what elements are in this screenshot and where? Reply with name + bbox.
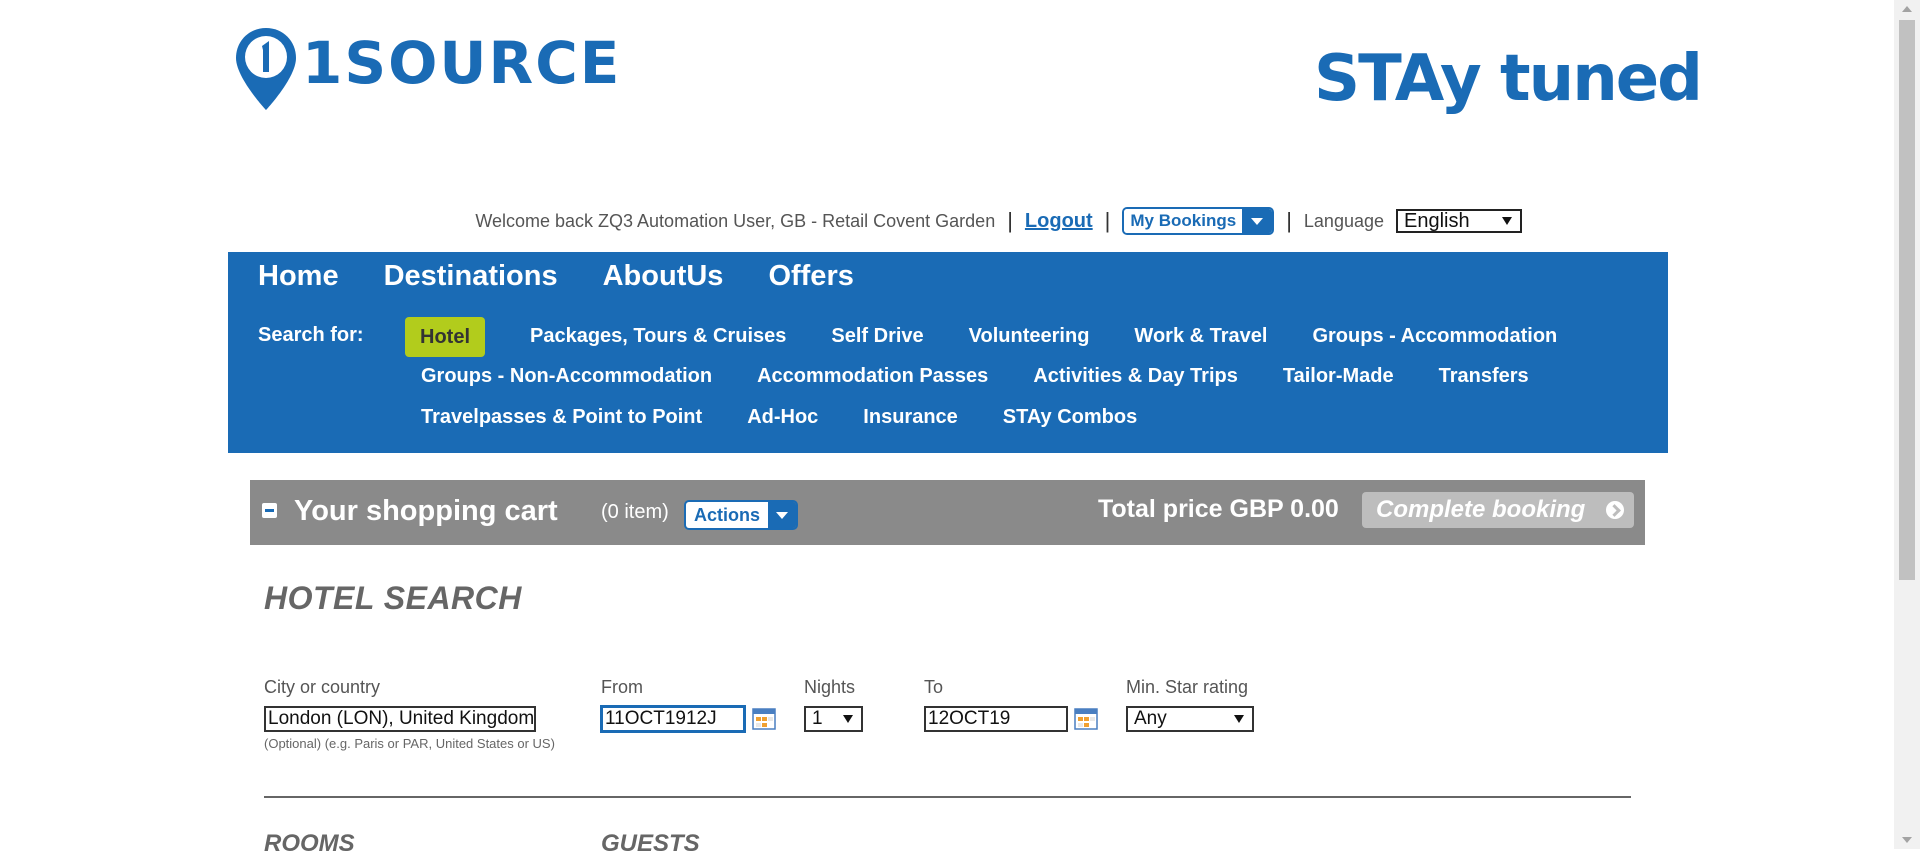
language-select[interactable]: English — [1396, 209, 1522, 233]
search-type-ad-hoc[interactable]: Ad-Hoc — [747, 406, 818, 429]
search-type-hotel[interactable]: Hotel — [405, 317, 485, 357]
star-rating-value: Any — [1134, 708, 1167, 729]
search-type-self-drive[interactable]: Self Drive — [831, 325, 923, 357]
dropdown-arrow-icon — [1234, 715, 1244, 723]
nights-value: 1 — [812, 708, 823, 729]
search-type-tailor-made[interactable]: Tailor-Made — [1283, 365, 1394, 388]
language-value: English — [1404, 209, 1470, 232]
search-type-transfers[interactable]: Transfers — [1439, 365, 1529, 388]
search-type-volunteering[interactable]: Volunteering — [969, 325, 1090, 357]
my-bookings-button[interactable]: My Bookings — [1122, 207, 1275, 235]
page-scrollbar[interactable] — [1894, 0, 1920, 849]
search-type-groups-non-accommodation[interactable]: Groups - Non-Accommodation — [421, 365, 712, 388]
nights-label: Nights — [804, 677, 856, 697]
search-type-stay-combos[interactable]: STAy Combos — [1003, 406, 1137, 429]
search-type-row: Groups - Non-Accommodation Accommodation… — [421, 365, 1529, 388]
search-type-activities[interactable]: Activities & Day Trips — [1033, 365, 1238, 388]
complete-booking-label: Complete booking — [1376, 496, 1586, 523]
search-type-row: Travelpasses & Point to Point Ad-Hoc Ins… — [421, 406, 1137, 429]
cart-title: Your shopping cart — [294, 495, 558, 527]
to-date-input[interactable]: 12OCT19 — [924, 706, 1068, 732]
scroll-down-icon[interactable] — [1902, 837, 1912, 843]
complete-booking-button[interactable]: Complete booking — [1362, 492, 1634, 528]
language-label: Language — [1303, 210, 1384, 231]
cart-actions-button[interactable]: Actions — [684, 500, 799, 530]
search-type-accommodation-passes[interactable]: Accommodation Passes — [757, 365, 988, 388]
city-hint: (Optional) (e.g. Paris or PAR, United St… — [264, 736, 555, 751]
cart-actions-label: Actions — [686, 502, 769, 528]
main-menu: Home Destinations AboutUs Offers — [258, 260, 854, 293]
from-date-input[interactable]: 11OCT1912J — [601, 706, 745, 732]
separator: | — [1007, 208, 1013, 233]
dropdown-arrow-icon — [1502, 217, 1512, 225]
nav-home[interactable]: Home — [258, 260, 339, 293]
nav-aboutus[interactable]: AboutUs — [603, 260, 724, 293]
stay-tuned-logo[interactable]: STAy tuned — [1314, 42, 1703, 116]
city-input[interactable]: London (LON), United Kingdom — [264, 706, 536, 732]
chevron-down-icon[interactable] — [768, 502, 797, 528]
search-type-row: Hotel Packages, Tours & Cruises Self Dri… — [405, 317, 1557, 357]
calendar-icon[interactable] — [752, 708, 776, 730]
search-type-travelpasses[interactable]: Travelpasses & Point to Point — [421, 406, 702, 429]
user-bar: Welcome back ZQ3 Automation User, GB - R… — [475, 206, 1522, 236]
city-label: City or country — [264, 677, 381, 697]
calendar-icon[interactable] — [1074, 708, 1098, 730]
chevron-down-icon[interactable] — [1242, 209, 1273, 233]
shopping-cart-bar: Your shopping cart (0 item) Actions Tota… — [250, 480, 1645, 545]
chevron-right-icon — [1606, 501, 1624, 519]
welcome-text: Welcome back ZQ3 Automation User, GB - R… — [475, 210, 996, 231]
section-divider — [264, 796, 1631, 798]
rooms-title: ROOMS — [264, 830, 355, 857]
scrollbar-thumb[interactable] — [1899, 20, 1915, 580]
separator: | — [1104, 208, 1111, 233]
main-navigation: Home Destinations AboutUs Offers Search … — [228, 252, 1668, 453]
onesource-logo[interactable]: 1SOURCE — [234, 26, 621, 112]
search-type-insurance[interactable]: Insurance — [863, 406, 957, 429]
nav-destinations[interactable]: Destinations — [384, 260, 558, 293]
cart-item-count: (0 item) — [601, 501, 669, 523]
dropdown-arrow-icon — [843, 715, 853, 723]
search-for-label: Search for: — [258, 324, 364, 346]
logout-link[interactable]: Logout — [1025, 210, 1093, 233]
collapse-icon[interactable] — [262, 503, 277, 518]
search-type-work-travel[interactable]: Work & Travel — [1134, 325, 1267, 357]
my-bookings-label: My Bookings — [1124, 209, 1243, 233]
separator: | — [1286, 208, 1292, 233]
cart-total-price: Total price GBP 0.00 — [1098, 495, 1339, 523]
nights-select[interactable]: 1 — [804, 706, 863, 732]
onesource-logo-text: 1SOURCE — [302, 29, 622, 97]
to-label: To — [924, 677, 944, 697]
star-rating-label: Min. Star rating — [1126, 677, 1249, 697]
search-type-groups-accommodation[interactable]: Groups - Accommodation — [1312, 325, 1557, 357]
scroll-up-icon[interactable] — [1902, 6, 1912, 12]
location-pin-icon — [236, 28, 296, 110]
guests-title: GUESTS — [601, 830, 700, 857]
star-rating-select[interactable]: Any — [1126, 706, 1254, 732]
hotel-search-title: HOTEL SEARCH — [264, 580, 522, 616]
nav-offers[interactable]: Offers — [768, 260, 853, 293]
from-label: From — [601, 677, 643, 697]
search-type-packages[interactable]: Packages, Tours & Cruises — [530, 325, 786, 357]
